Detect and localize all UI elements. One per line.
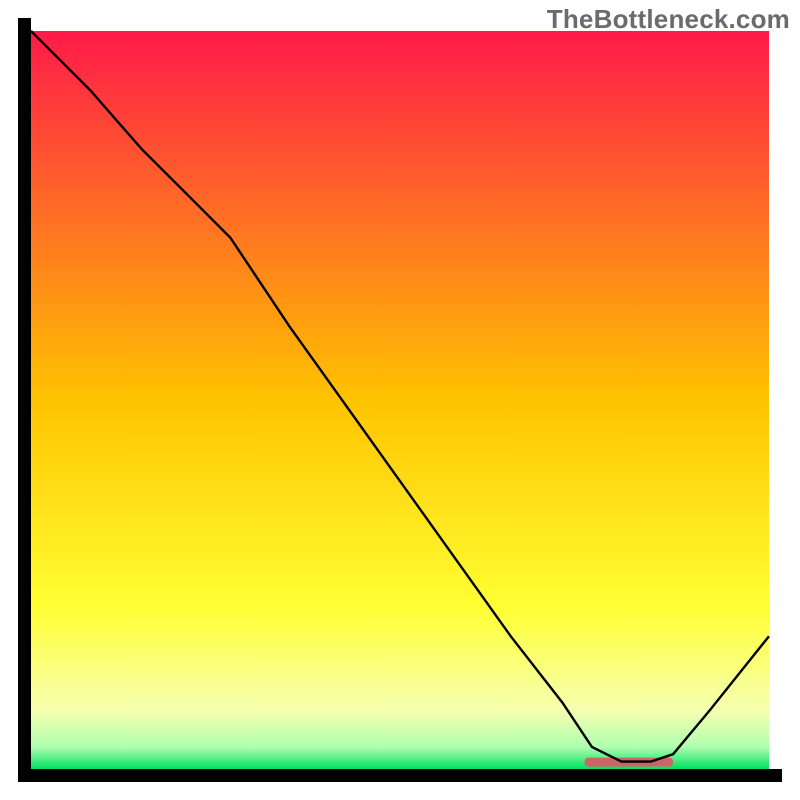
y-axis: [18, 18, 31, 782]
chart-container: TheBottleneck.com: [0, 0, 800, 800]
chart-plot: [0, 0, 800, 800]
plot-background: [31, 31, 769, 769]
x-axis: [18, 769, 782, 782]
